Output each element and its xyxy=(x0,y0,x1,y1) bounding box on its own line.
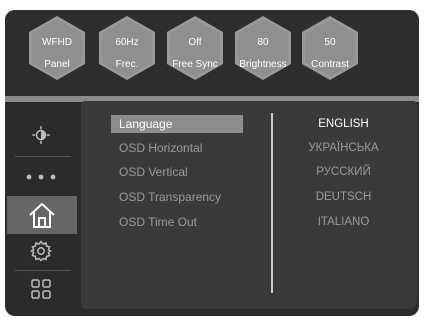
sidebar-item-apps[interactable] xyxy=(13,272,69,306)
brightness-icon xyxy=(32,126,50,144)
sidebar-item-picture[interactable] xyxy=(13,118,69,152)
home-icon xyxy=(29,203,55,228)
column-divider xyxy=(271,113,273,293)
sidebar-item-settings[interactable] xyxy=(13,234,69,268)
language-option-german[interactable]: DEUTSCH xyxy=(281,188,406,206)
sidebar xyxy=(5,108,77,306)
refresh-tile-line1: 60Hz xyxy=(115,37,139,48)
sidebar-item-more[interactable] xyxy=(13,160,69,194)
language-option-english[interactable]: ENGLISH xyxy=(281,115,406,133)
freesync-tile-line1: Off xyxy=(188,37,202,48)
menu-item-language[interactable]: Language xyxy=(111,115,243,133)
menu-item-osd-time-out[interactable]: OSD Time Out xyxy=(111,213,197,231)
brightness-tile: 80 Brightness xyxy=(235,16,291,80)
menu-item-osd-vertical[interactable]: OSD Vertical xyxy=(111,163,188,181)
apps-grid-icon xyxy=(31,279,51,299)
menu-item-osd-horizontal[interactable]: OSD Horizontal xyxy=(111,139,202,157)
menu-item-osd-transparency[interactable]: OSD Transparency xyxy=(111,188,221,206)
gear-icon xyxy=(30,240,52,262)
panel-tile: WFHD Panel xyxy=(29,16,85,80)
sidebar-separator xyxy=(15,270,71,271)
osd-window: WFHD Panel 60Hz Frec. Off Free Sync 80 B… xyxy=(5,10,419,316)
more-dots-icon xyxy=(26,174,56,180)
panel-tile-line1: WFHD xyxy=(42,37,72,48)
language-option-italian[interactable]: ITALIANO xyxy=(281,213,406,231)
language-option-russian[interactable]: РУССКИЙ xyxy=(281,163,406,181)
language-option-ukrainian[interactable]: УКРАЇНСЬКА xyxy=(281,139,406,157)
sidebar-item-home[interactable] xyxy=(7,196,77,234)
settings-panel: Language OSD Horizontal OSD Vertical OSD… xyxy=(81,101,417,309)
contrast-tile: 50 Contrast xyxy=(302,16,358,80)
status-header: WFHD Panel 60Hz Frec. Off Free Sync 80 B… xyxy=(5,10,419,96)
brightness-tile-line1: 80 xyxy=(257,37,269,48)
contrast-tile-line2: Contrast xyxy=(311,59,349,70)
panel-tile-line2: Panel xyxy=(44,59,70,70)
refresh-rate-tile: 60Hz Frec. xyxy=(99,16,155,80)
brightness-tile-line2: Brightness xyxy=(239,59,287,70)
free-sync-tile: Off Free Sync xyxy=(167,16,223,80)
contrast-tile-line1: 50 xyxy=(324,37,336,48)
freesync-tile-line2: Free Sync xyxy=(172,59,218,70)
refresh-tile-line2: Frec. xyxy=(115,59,139,70)
sidebar-separator xyxy=(15,156,71,157)
